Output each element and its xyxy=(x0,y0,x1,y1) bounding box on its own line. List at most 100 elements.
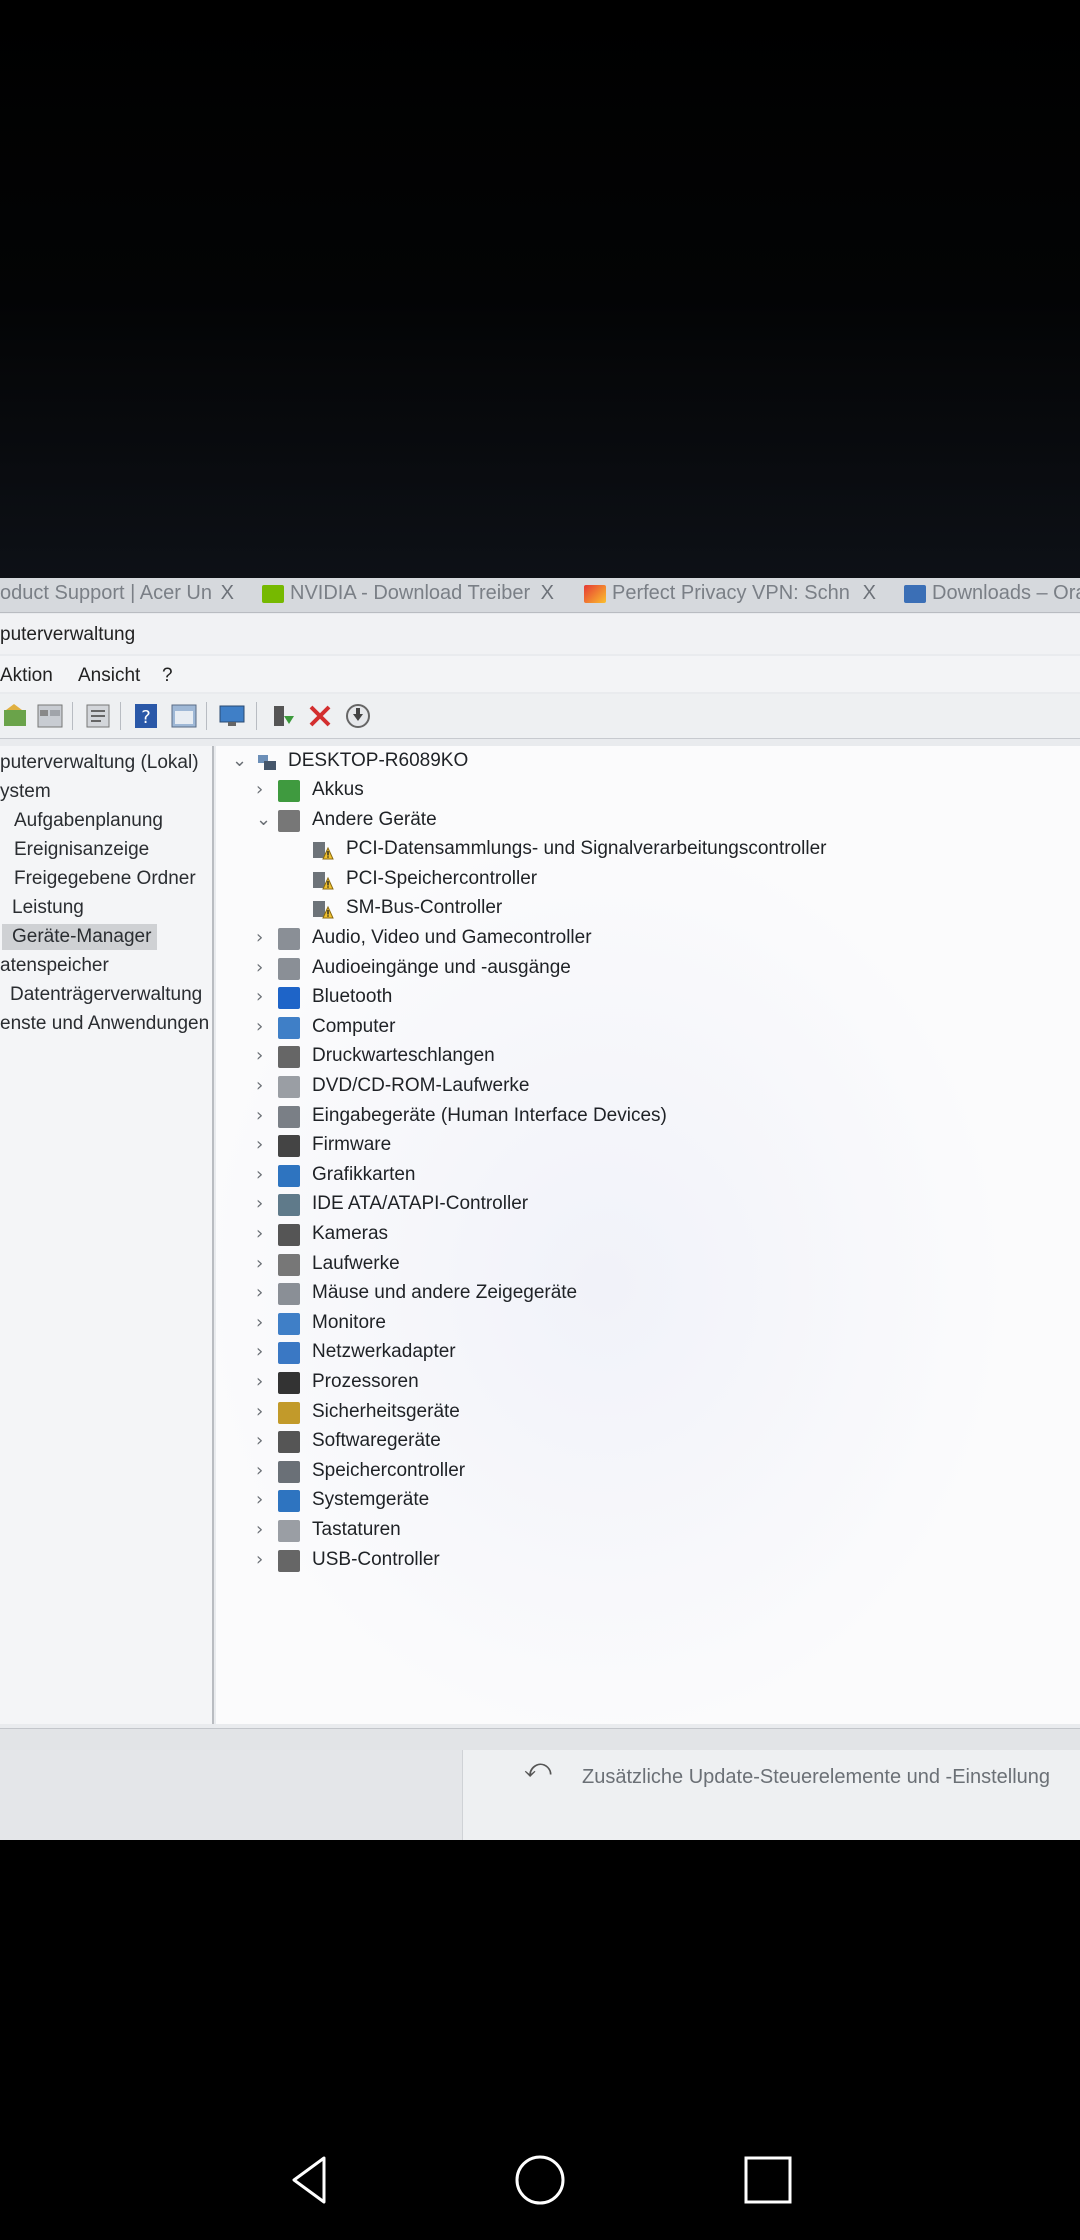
toolbar: ? xyxy=(0,694,1080,739)
device-category-label: Bluetooth xyxy=(312,986,393,1007)
device-category-label: Laufwerke xyxy=(312,1253,400,1274)
expand-chevron-icon[interactable]: › xyxy=(256,1253,272,1274)
expand-chevron-icon[interactable]: › xyxy=(256,779,272,800)
expand-chevron-icon[interactable]: › xyxy=(256,1371,272,1392)
browser-tab-vpn[interactable]: Perfect Privacy VPN: Schn X xyxy=(584,582,882,610)
tab-label: Perfect Privacy VPN: Schn xyxy=(612,582,850,604)
nav-dienste-und-anwendungen[interactable]: enste und Anwendungen xyxy=(0,1013,209,1035)
nav-ereignisanzeige[interactable]: Ereignisanzeige xyxy=(14,839,149,861)
expand-chevron-icon[interactable]: › xyxy=(256,927,272,948)
device-item-label: PCI-Datensammlungs- und Signalverarbeitu… xyxy=(346,838,827,859)
monitor-icon[interactable] xyxy=(218,702,246,730)
expand-chevron-icon[interactable]: › xyxy=(256,1045,272,1066)
android-navigation-bar xyxy=(0,2120,1080,2240)
download-icon[interactable] xyxy=(344,702,372,730)
speaker-icon xyxy=(278,928,300,950)
expand-chevron-icon[interactable]: › xyxy=(256,1519,272,1540)
tab-label: Downloads – Ora xyxy=(932,582,1080,604)
expand-chevron-icon[interactable]: › xyxy=(256,1134,272,1155)
collapse-chevron-icon[interactable]: ⌄ xyxy=(256,809,272,830)
tab-close-icon[interactable]: X xyxy=(863,582,876,605)
laptop-screen: oduct Support | Acer Un X NVIDIA - Downl… xyxy=(0,578,1080,1840)
expand-chevron-icon[interactable]: › xyxy=(256,1282,272,1303)
device-category-label: Akkus xyxy=(312,779,364,800)
keyboard-icon xyxy=(278,1520,300,1542)
background-window: ⤺ Zusätzliche Update-Steuerelemente und … xyxy=(0,1750,1080,1840)
expand-chevron-icon[interactable]: › xyxy=(256,1489,272,1510)
firmware-icon xyxy=(278,1135,300,1157)
recents-nav-icon[interactable] xyxy=(738,2150,798,2210)
browser-tab-downloads[interactable]: Downloads – Ora xyxy=(904,582,1080,610)
hid-icon xyxy=(278,1106,300,1128)
grid-icon[interactable] xyxy=(36,702,64,730)
nav-aufgabenplanung[interactable]: Aufgabenplanung xyxy=(14,810,163,832)
device-category-label: Andere Geräte xyxy=(312,809,437,830)
nav-computerverwaltung[interactable]: puterverwaltung (Lokal) xyxy=(0,752,199,774)
navigation-pane: puterverwaltung (Lokal) ystem Aufgabenpl… xyxy=(0,746,214,1724)
menu-help[interactable]: ? xyxy=(162,665,173,687)
back-icon[interactable] xyxy=(2,702,30,730)
expand-chevron-icon[interactable]: › xyxy=(256,1223,272,1244)
expand-chevron-icon[interactable]: › xyxy=(256,1075,272,1096)
device-category-label: Systemgeräte xyxy=(312,1489,430,1510)
view-icon[interactable] xyxy=(170,702,198,730)
expand-chevron-icon[interactable]: › xyxy=(256,1549,272,1570)
device-category-label: Speichercontroller xyxy=(312,1460,466,1481)
expand-chevron-icon[interactable]: › xyxy=(256,1430,272,1451)
expand-chevron-icon[interactable]: › xyxy=(256,957,272,978)
expand-chevron-icon[interactable]: › xyxy=(256,1312,272,1333)
device-category-label: Computer xyxy=(312,1016,396,1037)
help-icon[interactable]: ? xyxy=(132,702,160,730)
update-driver-icon[interactable] xyxy=(268,702,296,730)
camera-icon xyxy=(278,1224,300,1246)
display-adapter-icon xyxy=(278,1165,300,1187)
collapse-chevron-icon[interactable]: ⌄ xyxy=(232,750,248,771)
expand-chevron-icon[interactable]: › xyxy=(256,1460,272,1481)
update-settings-link[interactable]: Zusätzliche Update-Steuerelemente und -E… xyxy=(582,1766,1050,1789)
device-category-label: IDE ATA/ATAPI-Controller xyxy=(312,1193,529,1214)
tab-close-icon[interactable]: X xyxy=(221,582,234,605)
speaker-icon xyxy=(278,958,300,980)
drive-icon xyxy=(278,1254,300,1276)
warning-device-icon xyxy=(312,869,334,891)
tree-root-label: DESKTOP-R6089KO xyxy=(288,750,469,771)
back-nav-icon[interactable] xyxy=(280,2150,340,2210)
browser-tab-acer[interactable]: oduct Support | Acer Un X xyxy=(0,582,240,610)
expand-chevron-icon[interactable]: › xyxy=(256,1193,272,1214)
menu-aktion[interactable]: Aktion xyxy=(0,665,53,687)
device-category-label: Sicherheitsgeräte xyxy=(312,1401,460,1422)
device-category-label: Mäuse und andere Zeigegeräte xyxy=(312,1282,578,1303)
delete-icon[interactable] xyxy=(306,702,334,730)
menu-ansicht[interactable]: Ansicht xyxy=(78,665,140,687)
nav-datenspeicher[interactable]: atenspeicher xyxy=(0,955,109,977)
svg-text:?: ? xyxy=(141,707,151,728)
expand-chevron-icon[interactable]: › xyxy=(256,1164,272,1185)
device-category-label: USB-Controller xyxy=(312,1549,440,1570)
network-adapter-icon xyxy=(278,1342,300,1364)
background-window-left xyxy=(0,1750,463,1840)
expand-chevron-icon[interactable]: › xyxy=(256,986,272,1007)
nav-system[interactable]: ystem xyxy=(0,781,51,803)
system-device-icon xyxy=(278,1490,300,1512)
toolbar-separator xyxy=(120,702,121,730)
window-title-bar: puterverwaltung xyxy=(0,614,1080,654)
properties-icon[interactable] xyxy=(84,702,112,730)
downloads-icon xyxy=(904,584,926,603)
browser-tab-nvidia[interactable]: NVIDIA - Download Treiber X xyxy=(262,582,560,610)
nav-geraete-manager[interactable]: Geräte-Manager xyxy=(2,924,158,950)
device-tree-pane: ⌄ DESKTOP-R6089KO › Akkus ⌄ Andere Geräte PC… xyxy=(216,746,1080,1724)
nav-freigegebene-ordner[interactable]: Freigegebene Ordner xyxy=(14,868,196,890)
expand-chevron-icon[interactable]: › xyxy=(256,1401,272,1422)
nav-leistung[interactable]: Leistung xyxy=(12,897,84,919)
home-nav-icon[interactable] xyxy=(510,2150,570,2210)
tab-close-icon[interactable]: X xyxy=(541,582,554,605)
expand-chevron-icon[interactable]: › xyxy=(256,1105,272,1126)
ide-controller-icon xyxy=(278,1194,300,1216)
bluetooth-icon xyxy=(278,987,300,1009)
device-item-label: PCI-Speichercontroller xyxy=(346,868,538,889)
expand-chevron-icon[interactable]: › xyxy=(256,1016,272,1037)
device-category-label: Audio, Video und Gamecontroller xyxy=(312,927,592,948)
unknown-device-icon xyxy=(278,810,300,832)
expand-chevron-icon[interactable]: › xyxy=(256,1341,272,1362)
nav-datentraegerverwaltung[interactable]: Datenträgerverwaltung xyxy=(10,984,202,1006)
